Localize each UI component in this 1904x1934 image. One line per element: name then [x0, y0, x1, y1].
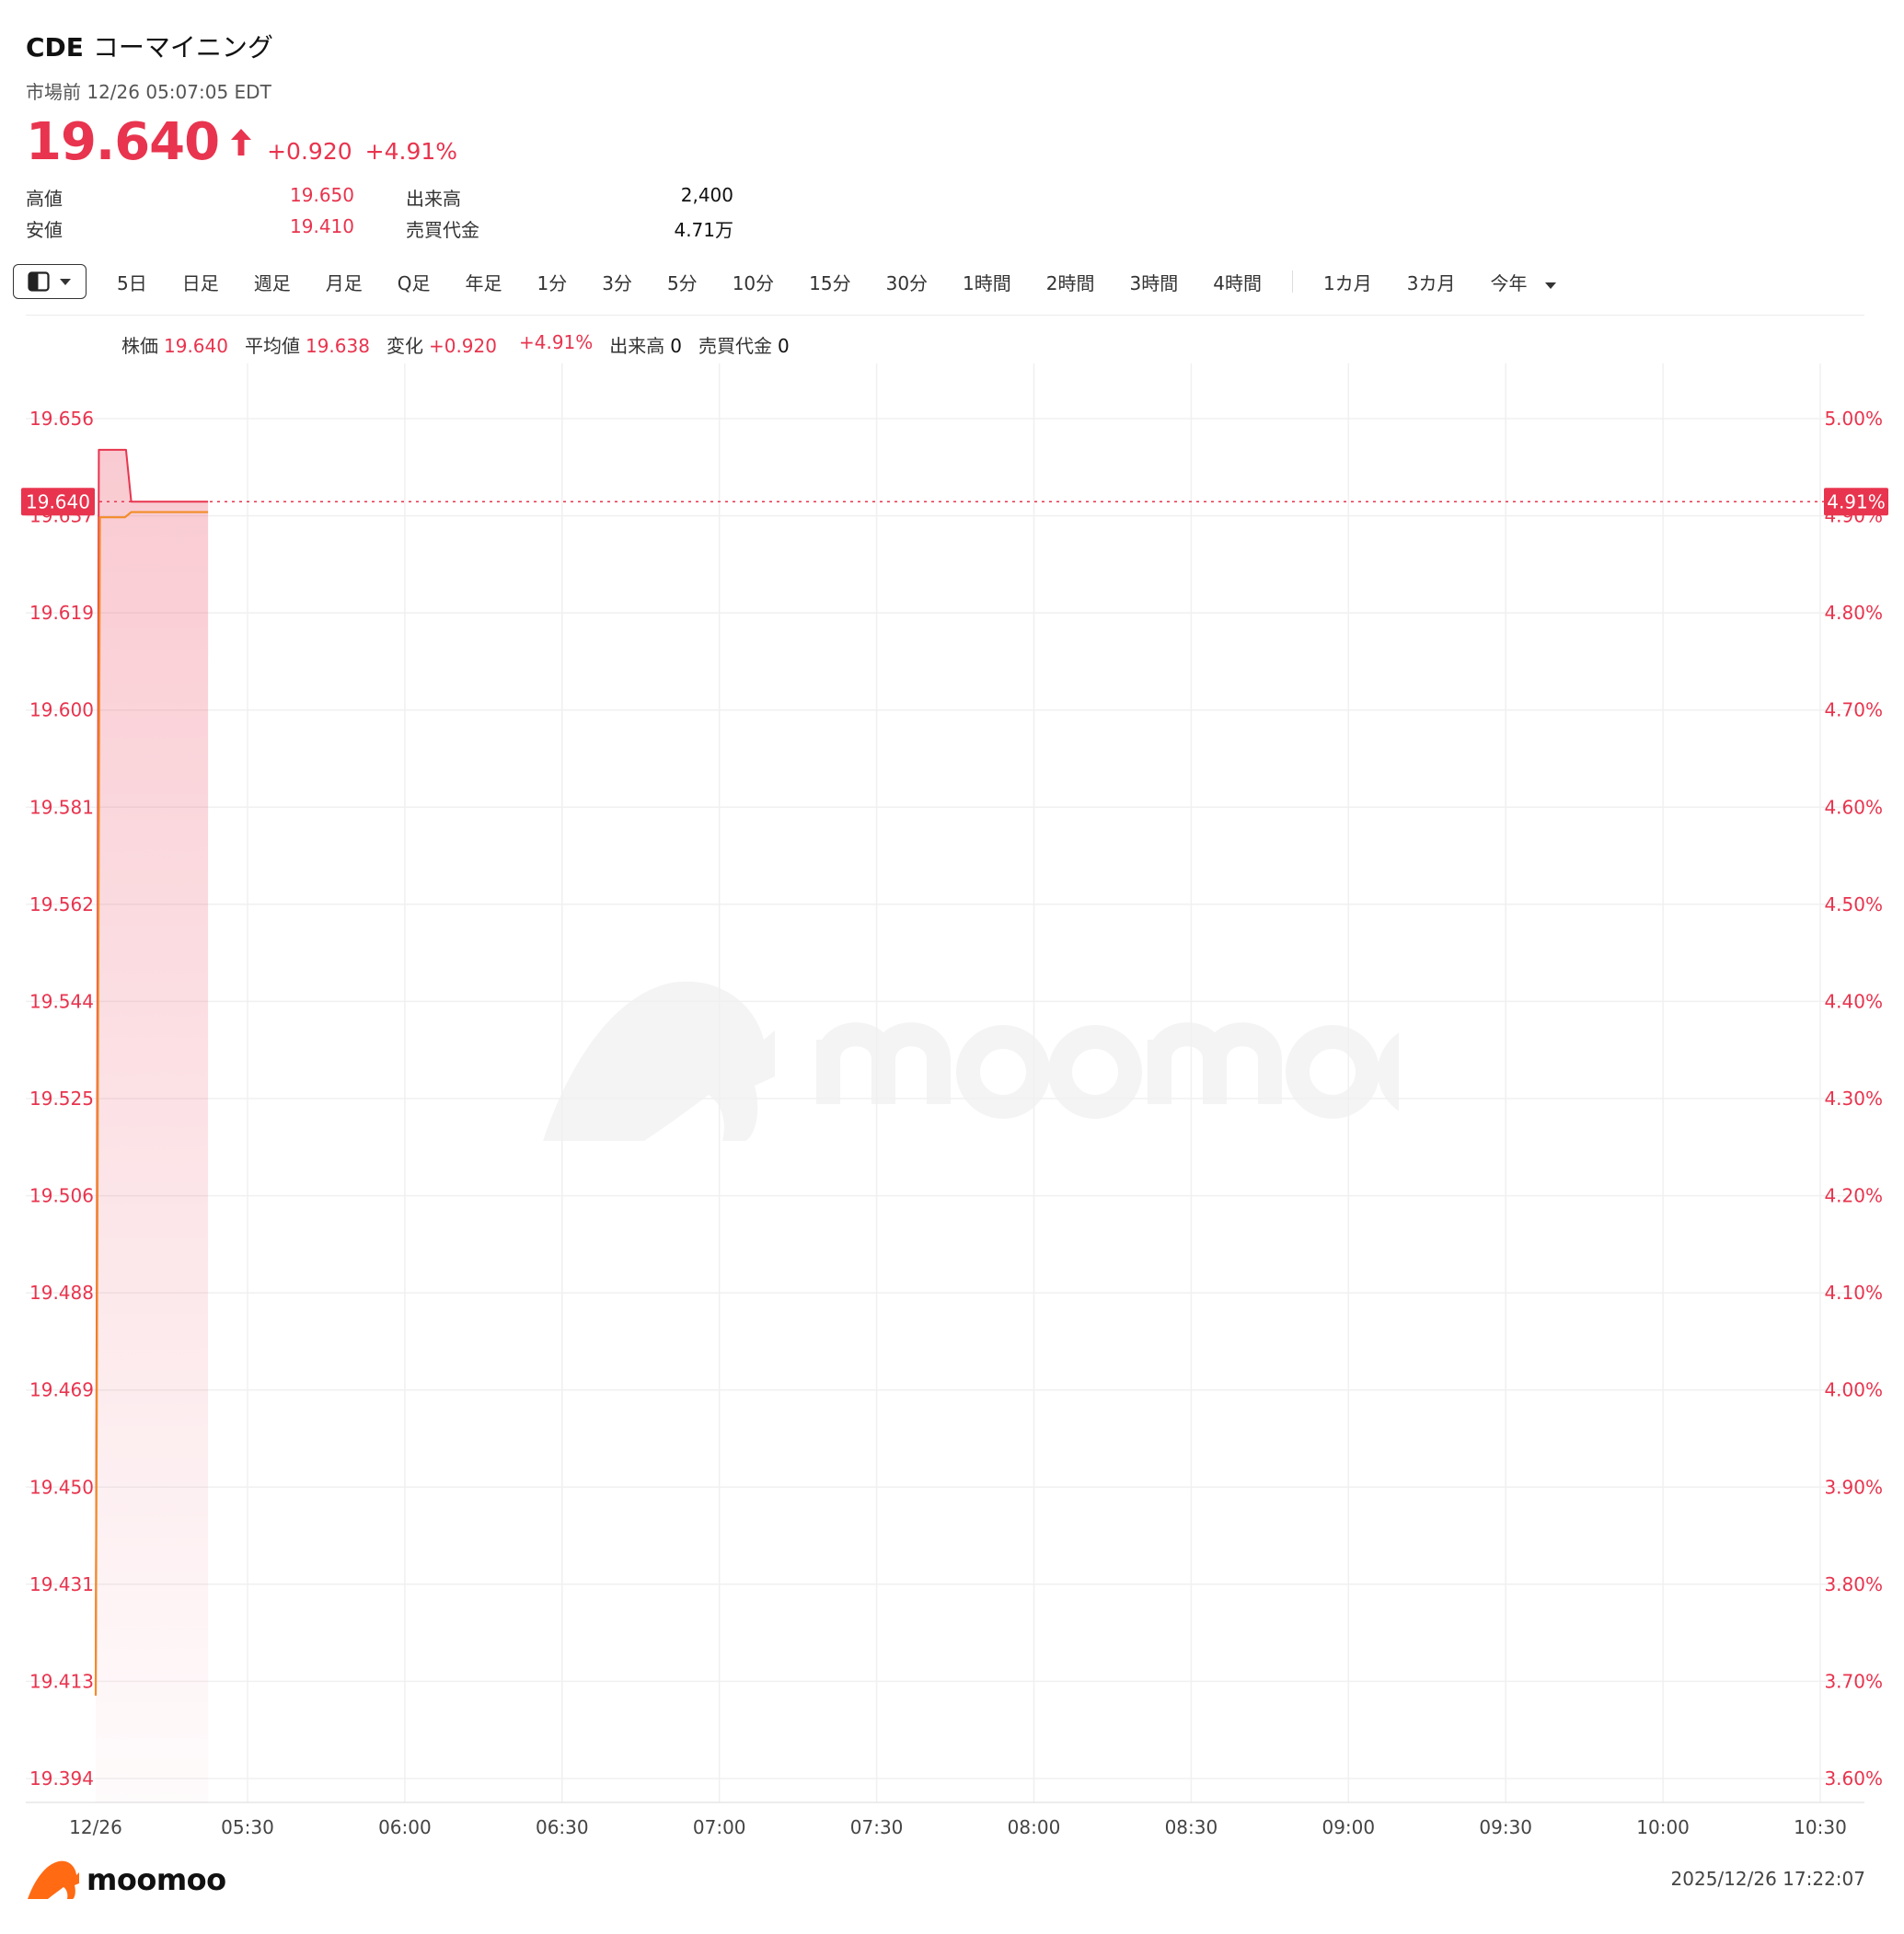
x-tick: 07:00 — [693, 1816, 746, 1838]
axes: 19.656 5.00%19.637 4.90%19.619 4.80%19.600 4… — [21, 408, 1888, 1838]
y-tick-left: 19.562 — [29, 893, 94, 915]
y-tick-right: 4.20% — [1824, 1185, 1883, 1207]
x-tick: 09:30 — [1479, 1816, 1532, 1838]
x-tick: 08:30 — [1165, 1816, 1218, 1838]
y-tick-right: 3.80% — [1824, 1573, 1883, 1595]
y-tick-left: 19.619 — [29, 602, 94, 624]
x-tick: 10:00 — [1636, 1816, 1690, 1838]
y-tick-right: 4.50% — [1824, 893, 1883, 915]
x-tick: 06:30 — [536, 1816, 589, 1838]
y-tick-right: 4.40% — [1824, 990, 1883, 1012]
y-tick-right: 4.30% — [1824, 1088, 1883, 1110]
y-tick-left: 19.431 — [29, 1573, 94, 1595]
y-tick-left: 19.544 — [29, 990, 94, 1012]
y-tick-left: 19.506 — [29, 1185, 94, 1207]
y-tick-left: 19.394 — [29, 1767, 94, 1790]
y-tick-right: 5.00% — [1824, 408, 1883, 430]
data-layer — [92, 448, 1824, 1803]
current-price-tag-label: 19.640 — [26, 490, 90, 512]
y-tick-left: 19.600 — [29, 699, 94, 721]
y-tick-right: 4.70% — [1824, 699, 1883, 721]
snapshot-timestamp: 2025/12/26 17:22:07 — [1670, 1868, 1865, 1890]
y-tick-left: 19.656 — [29, 408, 94, 430]
y-tick-right: 4.00% — [1824, 1379, 1883, 1401]
y-tick-right: 4.10% — [1824, 1282, 1883, 1304]
x-tick: 10:30 — [1794, 1816, 1847, 1838]
grid — [26, 363, 1864, 1803]
y-tick-right: 4.80% — [1824, 602, 1883, 624]
x-tick: 08:00 — [1008, 1816, 1061, 1838]
y-tick-left: 19.525 — [29, 1088, 94, 1110]
y-tick-left: 19.413 — [29, 1670, 94, 1692]
x-tick: 09:00 — [1321, 1816, 1375, 1838]
brand-name: moomoo — [87, 1862, 226, 1897]
current-pct-tag-label: 4.91% — [1827, 490, 1886, 512]
footer-logo: moomoo — [26, 1859, 226, 1901]
y-tick-left: 19.450 — [29, 1476, 94, 1498]
y-tick-left: 19.488 — [29, 1282, 94, 1304]
y-tick-right: 3.90% — [1824, 1476, 1883, 1498]
x-tick: 07:30 — [850, 1816, 904, 1838]
x-tick: 06:00 — [378, 1816, 432, 1838]
y-tick-right: 3.70% — [1824, 1670, 1883, 1692]
x-tick: 05:30 — [221, 1816, 274, 1838]
y-tick-right: 3.60% — [1824, 1767, 1883, 1790]
price-area — [96, 449, 209, 1803]
y-tick-right: 4.60% — [1824, 796, 1883, 818]
y-tick-left: 19.581 — [29, 796, 94, 818]
price-chart[interactable]: 19.656 5.00%19.637 4.90%19.619 4.80%19.600 4… — [0, 0, 1904, 1934]
y-tick-left: 19.469 — [29, 1379, 94, 1401]
moomoo-logo-icon — [28, 1860, 79, 1899]
x-tick: 12/26 — [69, 1816, 122, 1838]
